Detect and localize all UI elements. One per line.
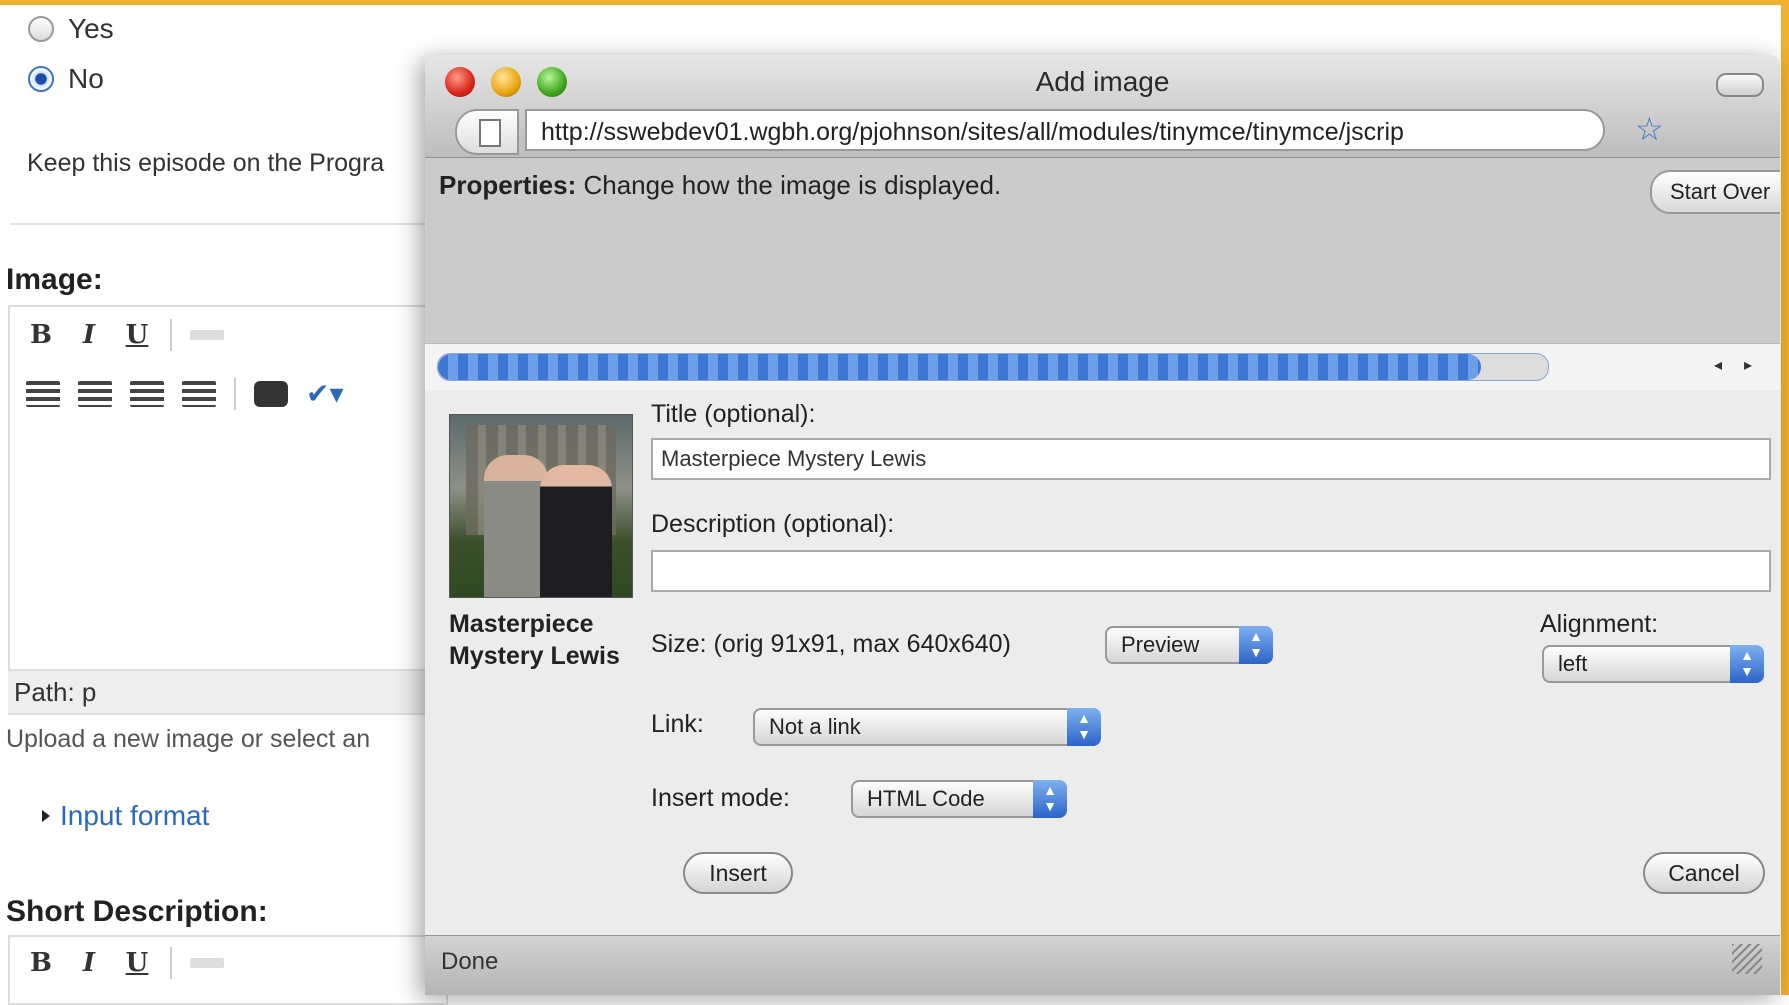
expand-triangle-icon xyxy=(42,810,50,822)
resize-grip-icon[interactable] xyxy=(1732,944,1762,974)
editor-path-bar: Path: p xyxy=(8,669,448,713)
start-over-button[interactable]: Start Over xyxy=(1650,170,1780,214)
size-label: Size: (orig 91x91, max 640x640) xyxy=(651,630,1011,658)
toolbar-separator xyxy=(170,319,172,351)
radio-no-button[interactable] xyxy=(28,66,54,92)
radio-no-label: No xyxy=(68,63,104,94)
strikethrough-icon[interactable] xyxy=(190,330,224,340)
insert-mode-select-value: HTML Code xyxy=(867,786,985,811)
window-statusbar: Done xyxy=(425,935,1780,995)
size-select[interactable]: Preview ▲ ▼ xyxy=(1105,626,1273,664)
size-select-value: Preview xyxy=(1121,632,1200,657)
cancel-button[interactable]: Cancel xyxy=(1643,852,1765,894)
select-stepper-icon: ▲ ▼ xyxy=(1730,645,1764,683)
alignment-label: Alignment: xyxy=(1540,610,1659,638)
toolbar-separator xyxy=(234,377,236,410)
link-label: Link: xyxy=(651,710,704,738)
image-camera-icon[interactable] xyxy=(254,380,288,407)
align-left-icon[interactable] xyxy=(26,380,60,407)
toolbar-separator xyxy=(170,947,172,979)
italic-button[interactable]: I xyxy=(74,948,104,978)
scroll-left-arrow-icon[interactable]: ◂ xyxy=(1705,353,1731,379)
scroll-right-arrow-icon[interactable]: ▸ xyxy=(1735,353,1761,379)
radio-option-yes[interactable]: Yes xyxy=(28,13,114,45)
toolbar-toggle-button[interactable] xyxy=(1716,73,1764,97)
progress-fill xyxy=(438,354,1482,380)
spellcheck-icon[interactable]: ✔▾ xyxy=(306,377,344,410)
progress-bar xyxy=(437,353,1549,381)
link-select-value: Not a link xyxy=(769,714,861,739)
page-icon xyxy=(455,109,519,155)
progress-row: ◂ ▸ xyxy=(425,343,1780,391)
input-format-link[interactable]: Input format xyxy=(42,800,209,832)
underline-button[interactable]: U xyxy=(122,948,152,978)
bold-button[interactable]: B xyxy=(26,320,56,350)
image-properties-form: Masterpiece Mystery Lewis Title (optiona… xyxy=(425,390,1780,935)
insert-mode-select[interactable]: HTML Code ▲ ▼ xyxy=(851,780,1067,818)
input-format-label[interactable]: Input format xyxy=(60,800,209,832)
underline-button[interactable]: U xyxy=(122,320,152,350)
italic-button[interactable]: I xyxy=(74,320,104,350)
window-titlebar: Add image http://sswebdev01.wgbh.org/pjo… xyxy=(425,55,1780,158)
keep-episode-text: Keep this episode on the Progra xyxy=(27,149,385,177)
bold-button[interactable]: B xyxy=(26,948,56,978)
image-section-label: Image: xyxy=(6,263,103,296)
short-desc-toolbar: B I U xyxy=(26,947,224,979)
alignment-select[interactable]: left ▲ ▼ xyxy=(1542,645,1764,683)
short-description-label: Short Description: xyxy=(6,895,268,928)
window-title: Add image xyxy=(1035,66,1170,97)
image-thumbnail xyxy=(449,414,633,598)
editor-toolbar-row-1: B I U xyxy=(26,319,224,351)
insert-mode-label: Insert mode: xyxy=(651,784,790,812)
radio-option-no[interactable]: No xyxy=(28,63,104,95)
align-right-icon[interactable] xyxy=(130,380,164,407)
select-stepper-icon: ▲ ▼ xyxy=(1033,780,1067,818)
thumbnail-caption: Masterpiece Mystery Lewis xyxy=(449,610,620,670)
properties-panel: Properties: Change how the image is disp… xyxy=(425,158,1780,343)
link-select[interactable]: Not a link ▲ ▼ xyxy=(753,708,1101,746)
description-label: Description (optional): xyxy=(651,510,895,538)
description-input[interactable] xyxy=(651,550,1771,592)
radio-yes-label: Yes xyxy=(68,13,114,44)
select-stepper-icon: ▲ ▼ xyxy=(1239,626,1273,664)
select-stepper-icon: ▲ ▼ xyxy=(1067,708,1101,746)
status-text: Done xyxy=(441,948,499,975)
divider xyxy=(10,223,450,225)
properties-description: Change how the image is displayed. xyxy=(576,170,1002,200)
title-input[interactable]: Masterpiece Mystery Lewis xyxy=(651,438,1771,480)
properties-label: Properties: xyxy=(439,170,577,200)
bookmark-star-icon[interactable]: ☆ xyxy=(1635,110,1664,148)
url-field[interactable]: http://sswebdev01.wgbh.org/pjohnson/site… xyxy=(525,109,1605,151)
insert-button[interactable]: Insert xyxy=(683,852,793,894)
upload-help-text: Upload a new image or select an xyxy=(6,725,371,753)
radio-yes-button[interactable] xyxy=(28,16,54,42)
title-label: Title (optional): xyxy=(651,400,816,428)
editor-toolbar-row-2: ✔▾ xyxy=(26,377,344,410)
image-editor[interactable]: B I U ✔▾ xyxy=(8,305,448,715)
alignment-select-value: left xyxy=(1558,651,1588,676)
align-justify-icon[interactable] xyxy=(182,380,216,407)
strikethrough-icon[interactable] xyxy=(190,958,224,968)
align-center-icon[interactable] xyxy=(78,380,112,407)
properties-heading: Properties: Change how the image is disp… xyxy=(439,170,1001,201)
add-image-window: Add image http://sswebdev01.wgbh.org/pjo… xyxy=(425,55,1780,995)
